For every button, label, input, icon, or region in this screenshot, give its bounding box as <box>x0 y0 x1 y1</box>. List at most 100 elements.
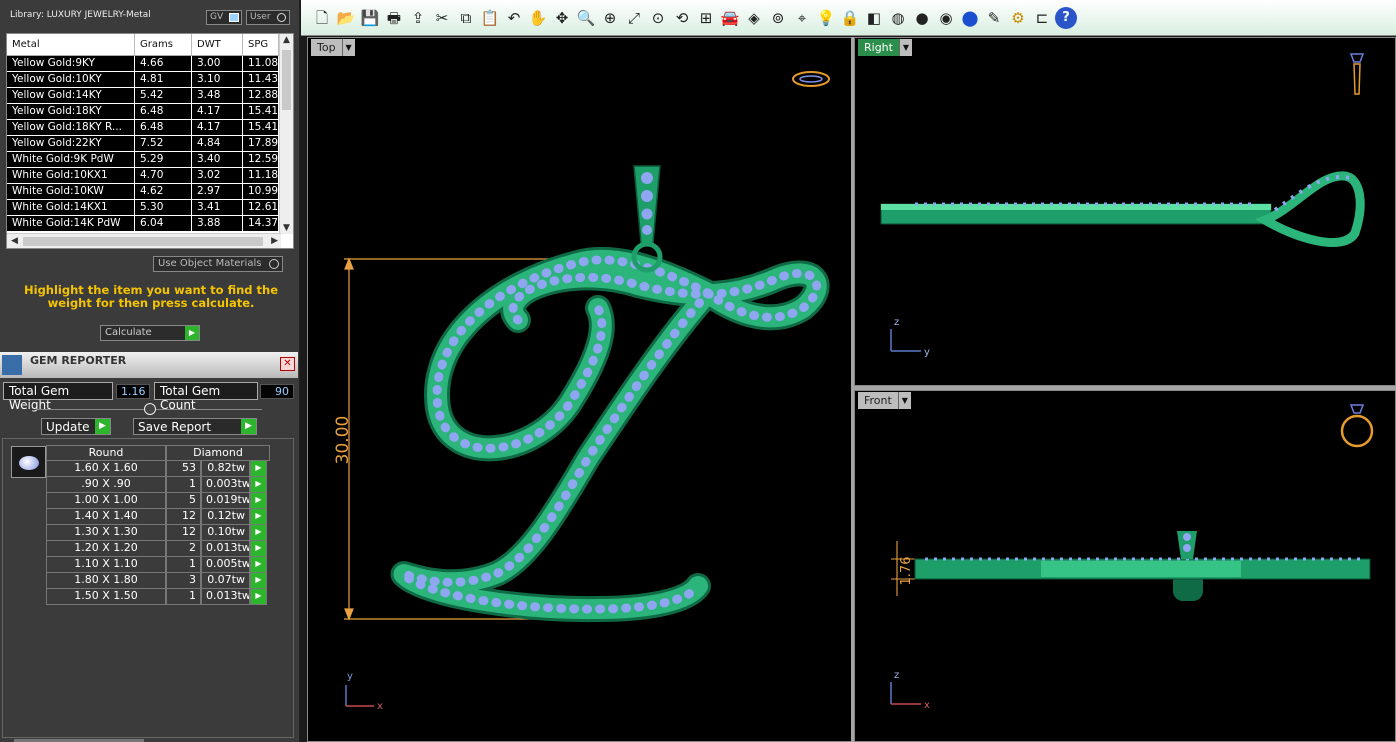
zoom-selected-icon[interactable]: ⊙ <box>647 7 669 29</box>
calculate-label: Calculate <box>105 327 152 338</box>
grams-cell: 6.48 <box>135 120 192 135</box>
grams-cell: 5.42 <box>135 88 192 103</box>
four-viewports-icon[interactable]: ⊞ <box>695 7 717 29</box>
paste-icon[interactable]: 📋 <box>479 7 501 29</box>
col-dwt[interactable]: DWT <box>192 34 243 55</box>
gem-row[interactable]: 1.30 X 1.30 12 0.10tw ▶ <box>46 525 270 541</box>
pan-hand-icon[interactable]: ✋ <box>527 7 549 29</box>
gv-toggle[interactable]: GV <box>206 10 242 25</box>
zoom-extents-icon[interactable]: ⤢ <box>623 7 645 29</box>
gem-reporter-header: GEM REPORTER ✕ <box>0 352 298 378</box>
scroll-down-icon[interactable]: ▼ <box>283 223 290 233</box>
metal-row[interactable]: Yellow Gold:18KY 6.48 4.17 15.41 <box>7 104 293 120</box>
camera-icon[interactable]: ◈ <box>743 7 765 29</box>
gem-row[interactable]: 1.10 X 1.10 1 0.005tw ▶ <box>46 557 270 573</box>
metal-row[interactable]: White Gold:10KW 4.62 2.97 10.99 <box>7 184 293 200</box>
col-grams[interactable]: Grams <box>135 34 192 55</box>
gem-row[interactable]: 1.60 X 1.60 53 0.82tw ▶ <box>46 461 270 477</box>
slider-knob[interactable] <box>144 403 156 415</box>
snap-icon[interactable]: ⊚ <box>767 7 789 29</box>
cut-icon[interactable]: ✂ <box>431 7 453 29</box>
dwt-cell: 3.41 <box>192 200 243 215</box>
viewport-right[interactable]: Right ▼ z y <box>854 37 1396 386</box>
tree-icon[interactable]: ⊏ <box>1031 7 1053 29</box>
select-gem-icon[interactable]: ▶ <box>250 541 267 557</box>
help-icon[interactable]: ? <box>1055 6 1077 29</box>
layers-icon[interactable]: ◧ <box>863 7 885 29</box>
gem-row[interactable]: 1.80 X 1.80 3 0.07tw ▶ <box>46 573 270 589</box>
calculate-button[interactable]: Calculate ▶ <box>100 325 200 341</box>
zoom-icon[interactable]: 🔍 <box>575 7 597 29</box>
metal-row[interactable]: Yellow Gold:9KY 4.66 3.00 11.08 <box>7 56 293 72</box>
metal-row[interactable]: White Gold:14K PdW 6.04 3.88 14.37 <box>7 216 293 232</box>
scroll-thumb[interactable] <box>282 50 291 110</box>
select-gem-icon[interactable]: ▶ <box>250 573 267 589</box>
gem-size-cell: .90 X .90 <box>46 477 166 493</box>
horizontal-scrollbar[interactable]: ◀ ▶ <box>7 233 281 248</box>
metal-name-cell: Yellow Gold:22KY <box>7 136 135 151</box>
move-icon[interactable]: ✥ <box>551 7 573 29</box>
color-wheel-icon[interactable]: ◍ <box>887 7 909 29</box>
gem-weight-cell: 0.013tw <box>201 589 250 605</box>
col-metal[interactable]: Metal <box>7 34 135 55</box>
render-sphere-icon[interactable]: ◉ <box>935 7 957 29</box>
gem-count-cell: 1 <box>166 477 201 493</box>
save-icon[interactable]: 💾 <box>359 7 381 29</box>
update-button[interactable]: Update ▶ <box>41 418 111 435</box>
metal-row[interactable]: White Gold:9K PdW 5.29 3.40 12.59 <box>7 152 293 168</box>
viewport-top[interactable]: Top ▼ 30.00 y x <box>307 37 852 742</box>
gem-row[interactable]: 1.50 X 1.50 1 0.013tw ▶ <box>46 589 270 605</box>
rotate-view-icon[interactable]: ⟲ <box>671 7 693 29</box>
gem-row[interactable]: 1.20 X 1.20 2 0.013tw ▶ <box>46 541 270 557</box>
blue-sphere-icon[interactable]: ⬤ <box>959 7 981 29</box>
select-gem-icon[interactable]: ▶ <box>250 525 267 541</box>
print-icon[interactable]: 🖶 <box>383 7 405 29</box>
metal-row[interactable]: White Gold:10KX1 4.70 3.02 11.18 <box>7 168 293 184</box>
gumball-icon[interactable]: ⌖ <box>791 7 813 29</box>
settings-gear-icon[interactable]: ⚙ <box>1007 7 1029 29</box>
lock-icon[interactable]: 🔒 <box>839 7 861 29</box>
metal-name-cell: White Gold:14KX1 <box>7 200 135 215</box>
use-object-materials-toggle[interactable]: Use Object Materials <box>153 256 283 272</box>
scroll-left-icon[interactable]: ◀ <box>11 236 18 246</box>
gem-row[interactable]: 1.40 X 1.40 12 0.12tw ▶ <box>46 509 270 525</box>
highlight-icon[interactable]: ✎ <box>983 7 1005 29</box>
save-report-button[interactable]: Save Report ▶ <box>133 418 257 435</box>
vertical-scrollbar[interactable]: ▲ ▼ <box>279 34 293 234</box>
scroll-up-icon[interactable]: ▲ <box>283 35 290 45</box>
select-gem-icon[interactable]: ▶ <box>250 493 267 509</box>
viewport-front[interactable]: Front ▼ 1.76 z x <box>854 390 1396 742</box>
select-gem-icon[interactable]: ▶ <box>250 589 267 605</box>
hscroll-thumb[interactable] <box>23 237 263 246</box>
left-panel: Library: LUXURY JEWELRY-Metal GV User Me… <box>0 0 300 742</box>
col-spg[interactable]: SPG <box>243 34 279 55</box>
close-icon[interactable]: ✕ <box>280 357 295 371</box>
new-file-icon[interactable]: 🗋 <box>311 7 333 29</box>
undo-icon[interactable]: ↶ <box>503 7 525 29</box>
gem-count-cell: 1 <box>166 589 201 605</box>
user-toggle[interactable]: User <box>246 10 290 25</box>
select-gem-icon[interactable]: ▶ <box>250 509 267 525</box>
metal-row[interactable]: White Gold:14KX1 5.30 3.41 12.61 <box>7 200 293 216</box>
copy-icon[interactable]: ⧉ <box>455 7 477 29</box>
metal-row[interactable]: Yellow Gold:10KY 4.81 3.10 11.43 <box>7 72 293 88</box>
select-gem-icon[interactable]: ▶ <box>250 477 267 493</box>
open-folder-icon[interactable]: 📂 <box>335 7 357 29</box>
gem-row[interactable]: 1.00 X 1.00 5 0.019tw ▶ <box>46 493 270 509</box>
gem-row[interactable]: .90 X .90 1 0.003tw ▶ <box>46 477 270 493</box>
metal-row[interactable]: Yellow Gold:22KY 7.52 4.84 17.89 <box>7 136 293 152</box>
dwt-cell: 3.02 <box>192 168 243 183</box>
shaded-sphere-icon[interactable]: ● <box>911 7 933 29</box>
metal-row[interactable]: Yellow Gold:18KY R... 6.48 4.17 15.41 <box>7 120 293 136</box>
export-icon[interactable]: ⇪ <box>407 7 429 29</box>
metal-row[interactable]: Yellow Gold:14KY 5.42 3.48 12.88 <box>7 88 293 104</box>
car-icon[interactable]: 🚘 <box>719 7 741 29</box>
zoom-window-icon[interactable]: ⊕ <box>599 7 621 29</box>
select-gem-icon[interactable]: ▶ <box>250 461 267 477</box>
viewport-splitter-horizontal[interactable] <box>853 386 1396 390</box>
light-icon[interactable]: 💡 <box>815 7 837 29</box>
gem-size-cell: 1.10 X 1.10 <box>46 557 166 573</box>
dwt-cell: 3.48 <box>192 88 243 103</box>
select-gem-icon[interactable]: ▶ <box>250 557 267 573</box>
scroll-right-icon[interactable]: ▶ <box>271 236 278 246</box>
